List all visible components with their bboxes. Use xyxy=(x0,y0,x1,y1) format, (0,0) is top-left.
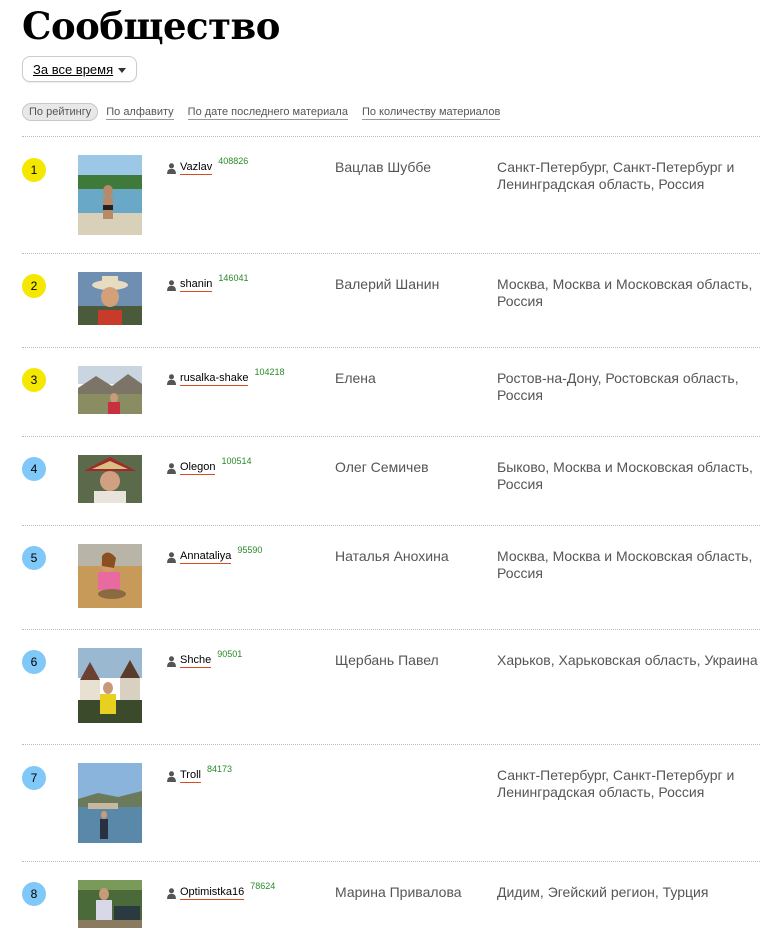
rank-badge: 3 xyxy=(22,368,46,392)
user-link[interactable]: rusalka-shake 104218 xyxy=(167,367,285,386)
rank-badge: 6 xyxy=(22,650,46,674)
page-title: Сообщество xyxy=(22,4,280,48)
user-score: 408826 xyxy=(218,156,249,166)
photo-mountain xyxy=(78,366,142,414)
photo-beach xyxy=(78,155,142,235)
caret-down-icon xyxy=(118,68,127,73)
user-fullname: Елена xyxy=(335,370,376,386)
avatar[interactable] xyxy=(78,455,142,503)
user-icon xyxy=(167,656,176,667)
members-list: 1 Vazlav 408826 Вацлав Шуббе Санкт-Петер… xyxy=(22,136,760,937)
user-login[interactable]: Optimistka16 xyxy=(180,885,245,900)
sort-tabs: По рейтингу По алфавиту По дате последне… xyxy=(22,103,514,121)
avatar[interactable] xyxy=(78,366,142,414)
user-fullname: Валерий Шанин xyxy=(335,276,440,292)
user-login[interactable]: Vazlav xyxy=(180,160,213,175)
list-item: 2 shanin 146041 Валерий Шанин Москва, Мо… xyxy=(22,253,760,347)
user-link[interactable]: shanin 146041 xyxy=(167,273,248,292)
period-dropdown[interactable]: За все время xyxy=(22,56,138,82)
user-link[interactable]: Shche 90501 xyxy=(167,649,242,668)
user-icon xyxy=(167,888,176,899)
user-login[interactable]: shanin xyxy=(180,277,213,292)
list-item: 5 Annataliya 95590 Наталья Анохина Москв… xyxy=(22,525,760,629)
user-location: Москва, Москва и Московская область, Рос… xyxy=(497,276,753,309)
photo-desert xyxy=(78,544,142,608)
rank-badge: 2 xyxy=(22,274,46,298)
user-location: Харьков, Харьковская область, Украина xyxy=(497,652,758,668)
sort-tab-alphabet[interactable]: По алфавиту xyxy=(106,105,174,120)
user-score: 95590 xyxy=(237,545,263,555)
user-fullname: Наталья Анохина xyxy=(335,548,449,564)
sort-tab-material-count[interactable]: По количеству материалов xyxy=(361,105,501,120)
user-score: 84173 xyxy=(206,764,233,774)
user-icon xyxy=(167,552,176,563)
user-location: Ростов-на-Дону, Ростовская область, Росс… xyxy=(497,370,739,403)
avatar[interactable] xyxy=(78,648,142,723)
user-location: Санкт-Петербург, Санкт-Петербург и Ленин… xyxy=(497,767,735,800)
user-link[interactable]: Olegon 100514 xyxy=(167,456,252,475)
list-item: 7 Troll 84173 Санкт-Петербург, Санкт-Пет… xyxy=(22,744,760,861)
user-icon xyxy=(167,280,176,291)
user-score: 146041 xyxy=(218,273,249,283)
user-score: 104218 xyxy=(254,367,285,377)
avatar[interactable] xyxy=(78,272,142,325)
photo-hat xyxy=(78,272,142,325)
user-location: Санкт-Петербург, Санкт-Петербург и Ленин… xyxy=(497,159,735,192)
sort-tab-rating[interactable]: По рейтингу xyxy=(22,103,99,121)
user-icon xyxy=(167,374,176,385)
user-score: 90501 xyxy=(217,649,243,659)
user-location: Быково, Москва и Московская область, Рос… xyxy=(497,459,753,492)
user-link[interactable]: Troll 84173 xyxy=(167,764,232,783)
sort-tab-last-material[interactable]: По дате последнего материала xyxy=(187,105,348,120)
rank-badge: 5 xyxy=(22,546,46,570)
avatar[interactable] xyxy=(78,880,142,928)
photo-straw-hat xyxy=(78,455,142,503)
rank-badge: 1 xyxy=(22,158,46,182)
rank-badge: 4 xyxy=(22,457,46,481)
period-label: За все время xyxy=(33,61,114,77)
photo-coast xyxy=(78,763,142,843)
user-login[interactable]: Shche xyxy=(180,653,212,668)
user-login[interactable]: Annataliya xyxy=(180,549,232,564)
user-icon xyxy=(167,463,176,474)
list-item: 3 rusalka-shake 104218 Елена Ростов-на-Д… xyxy=(22,347,760,436)
user-login[interactable]: Olegon xyxy=(180,460,216,475)
list-item: 4 Olegon 100514 Олег Семичев Быково, Мос… xyxy=(22,436,760,525)
user-icon xyxy=(167,771,176,782)
list-item: 8 Optimistka16 78624 Марина Привалова Ди… xyxy=(22,861,760,937)
rank-badge: 7 xyxy=(22,766,46,790)
list-item: 1 Vazlav 408826 Вацлав Шуббе Санкт-Петер… xyxy=(22,136,760,253)
user-fullname: Щербань Павел xyxy=(335,652,439,668)
user-login[interactable]: rusalka-shake xyxy=(180,371,249,386)
user-fullname: Марина Привалова xyxy=(335,884,462,900)
user-link[interactable]: Annataliya 95590 xyxy=(167,545,262,564)
avatar[interactable] xyxy=(78,544,142,608)
avatar[interactable] xyxy=(78,155,142,235)
user-fullname: Вацлав Шуббе xyxy=(335,159,432,175)
user-fullname: Олег Семичев xyxy=(335,459,429,475)
user-score: 100514 xyxy=(221,456,252,466)
rank-badge: 8 xyxy=(22,882,46,906)
user-location: Москва, Москва и Московская область, Рос… xyxy=(497,548,753,581)
list-item: 6 Shche 90501 Щербань Павел Харьков, Хар… xyxy=(22,629,760,744)
user-score: 78624 xyxy=(250,881,276,891)
photo-garden xyxy=(78,880,142,928)
user-location: Дидим, Эгейский регион, Турция xyxy=(497,884,709,900)
user-link[interactable]: Optimistka16 78624 xyxy=(167,881,275,900)
user-login[interactable]: Troll xyxy=(180,768,201,783)
avatar[interactable] xyxy=(78,763,142,843)
photo-town xyxy=(78,648,142,723)
user-icon xyxy=(167,163,176,174)
user-link[interactable]: Vazlav 408826 xyxy=(167,156,248,175)
